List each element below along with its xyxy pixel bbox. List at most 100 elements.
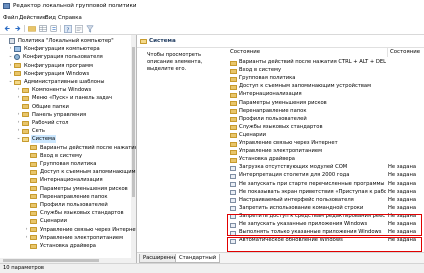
- collapse-icon[interactable]: ⌄: [16, 135, 21, 143]
- tree-item-label: Панель управления: [32, 111, 87, 118]
- tree-item[interactable]: › Панель управления: [16, 111, 87, 119]
- expand-icon[interactable]: ›: [8, 45, 13, 53]
- tree-item[interactable]: Профили пользователей: [24, 201, 109, 209]
- tree-item[interactable]: › Управление электропитанием: [24, 234, 124, 242]
- folder-icon: [30, 186, 37, 192]
- setting-name: Групповая политика: [239, 75, 296, 82]
- properties-icon[interactable]: [74, 24, 83, 33]
- folder-row[interactable]: Доступ к съемным запоминающим устройства…: [225, 83, 424, 91]
- setting-state: Не задана: [388, 196, 417, 203]
- menu-view[interactable]: Вид: [45, 15, 56, 21]
- tree-item-label: Меню «Пуск» и панель задач: [32, 95, 112, 102]
- folder-icon: [14, 63, 21, 69]
- tree-item[interactable]: › Рабочий стол: [16, 119, 70, 127]
- folder-row[interactable]: Групповая политика: [225, 75, 424, 83]
- folder-icon: [230, 133, 237, 139]
- folder-row[interactable]: Управление связью через Интернет: [225, 140, 424, 148]
- tree-item[interactable]: › Компоненты Windows: [16, 86, 92, 94]
- folder-row[interactable]: Службы языковых стандартов: [225, 124, 424, 132]
- expand-icon[interactable]: ›: [16, 127, 21, 135]
- tree-item[interactable]: ⌄ Система: [16, 135, 57, 144]
- folder-row[interactable]: Сценарии: [225, 132, 424, 140]
- tree-item[interactable]: Перенаправление папок: [24, 193, 108, 201]
- folder-row[interactable]: Перенаправление папок: [225, 108, 424, 116]
- folder-icon: [22, 136, 29, 142]
- tree-item[interactable]: Политика "Локальный компьютер": [3, 37, 115, 45]
- expand-icon[interactable]: ›: [16, 111, 21, 119]
- folder-icon: [230, 141, 237, 147]
- setting-row[interactable]: Запретить использование командной строки…: [225, 205, 424, 213]
- folder-up-icon[interactable]: [27, 24, 36, 33]
- tree-item[interactable]: › Конфигурация программ: [8, 62, 94, 70]
- expand-icon[interactable]: ›: [16, 119, 21, 127]
- folder-row[interactable]: Профили пользователей: [225, 116, 424, 124]
- tree-item[interactable]: Общие папки: [16, 103, 70, 111]
- setting-name: Интерпретация столетия для 2000 года: [239, 172, 350, 179]
- tree-item[interactable]: › Сеть: [16, 127, 46, 135]
- folder-row[interactable]: Управление электропитанием: [225, 148, 424, 156]
- folder-icon: [22, 95, 29, 101]
- setting-row[interactable]: Интерпретация столетия для 2000 года Не з…: [225, 172, 424, 180]
- grid-view-icon[interactable]: [38, 24, 47, 33]
- forward-arrow-icon[interactable]: [13, 24, 22, 33]
- filter-icon[interactable]: [85, 24, 94, 33]
- collapse-icon[interactable]: ⌄: [8, 78, 13, 86]
- folder-row[interactable]: Параметры уменьшения рисков: [225, 100, 424, 108]
- setting-row[interactable]: Настраиваемый интерфейс пользователя Не з…: [225, 197, 424, 205]
- back-arrow-icon[interactable]: [3, 24, 12, 33]
- tree-item[interactable]: ⌄ Конфигурация пользователя: [8, 53, 104, 61]
- expand-icon[interactable]: ›: [16, 86, 21, 94]
- tree-item-label: Рабочий стол: [32, 120, 69, 126]
- tree-item[interactable]: › Конфигурация компьютера: [8, 45, 101, 53]
- tab-standard[interactable]: Стандартный: [175, 254, 221, 263]
- tree-item-label: Установка драйвера: [40, 243, 96, 249]
- setting-name: Интернационализация: [239, 91, 302, 98]
- folder-row[interactable]: Варианты действий после нажатия CTRL + A…: [225, 59, 424, 67]
- column-header-setting[interactable]: Состояние: [230, 48, 260, 57]
- menu-file[interactable]: Файл: [3, 15, 18, 21]
- folder-row[interactable]: Интернационализация: [225, 91, 424, 99]
- collapse-icon[interactable]: ⌄: [8, 53, 13, 61]
- menu-action[interactable]: Действие: [19, 15, 46, 21]
- folder-icon: [230, 68, 237, 74]
- folder-icon: [22, 87, 29, 93]
- column-header-state[interactable]: Состояние: [390, 48, 420, 57]
- export-icon[interactable]: [49, 24, 58, 33]
- expand-icon[interactable]: ›: [24, 226, 29, 234]
- highlight-box-1: [227, 214, 422, 236]
- tree-item[interactable]: › Конфигурация Windows: [8, 70, 90, 78]
- menu-help[interactable]: Справка: [58, 15, 82, 21]
- tree-item[interactable]: Доступ к съемным запоминающим ус: [24, 168, 136, 176]
- tree-item[interactable]: Сценарии: [24, 217, 68, 225]
- tree-item-label: Интернационализация: [40, 177, 103, 184]
- tree-item[interactable]: Варианты действий после нажатия CTR: [24, 144, 137, 152]
- tree-item[interactable]: Интернационализация: [24, 176, 104, 184]
- expand-icon[interactable]: ›: [16, 94, 21, 102]
- tree-item-label: Варианты действий после нажатия CTR: [40, 144, 137, 151]
- setting-name: Варианты действий после нажатия CTRL + A…: [239, 59, 386, 65]
- tree-item[interactable]: Службы языковых стандартов: [24, 209, 125, 217]
- tree-item[interactable]: › Меню «Пуск» и панель задач: [16, 94, 113, 102]
- tree-item[interactable]: Параметры уменьшения рисков: [24, 185, 129, 193]
- setting-name: Не запускать при старте перечисленные пр…: [239, 180, 385, 187]
- folder-icon: [30, 177, 37, 183]
- setting-icon: [230, 190, 236, 196]
- tree-item[interactable]: › Управление связью через Интернет: [24, 226, 136, 234]
- setting-name: Параметры уменьшения рисков: [239, 99, 327, 106]
- expand-icon[interactable]: ›: [24, 234, 29, 242]
- setting-row[interactable]: Не показывать экран приветствия «Приступ…: [225, 189, 424, 197]
- folder-row[interactable]: Установка драйвера: [225, 156, 424, 164]
- tree-item[interactable]: ⌄ Административные шаблоны: [8, 78, 105, 86]
- setting-row[interactable]: Загрузка отсутствующих модулей COM Не зад…: [225, 164, 424, 172]
- tree-item[interactable]: Установка драйвера: [24, 242, 97, 250]
- help-icon[interactable]: ?: [63, 24, 72, 33]
- tree-item-label: Сеть: [32, 128, 45, 135]
- tree-item[interactable]: Групповая политика: [24, 160, 97, 168]
- setting-row[interactable]: Не запускать при старте перечисленные пр…: [225, 181, 424, 189]
- tree-item[interactable]: Вход в систему: [24, 152, 83, 160]
- expand-icon[interactable]: ›: [8, 62, 13, 70]
- folder-row[interactable]: Вход в систему: [225, 67, 424, 75]
- expand-icon[interactable]: ›: [8, 70, 13, 78]
